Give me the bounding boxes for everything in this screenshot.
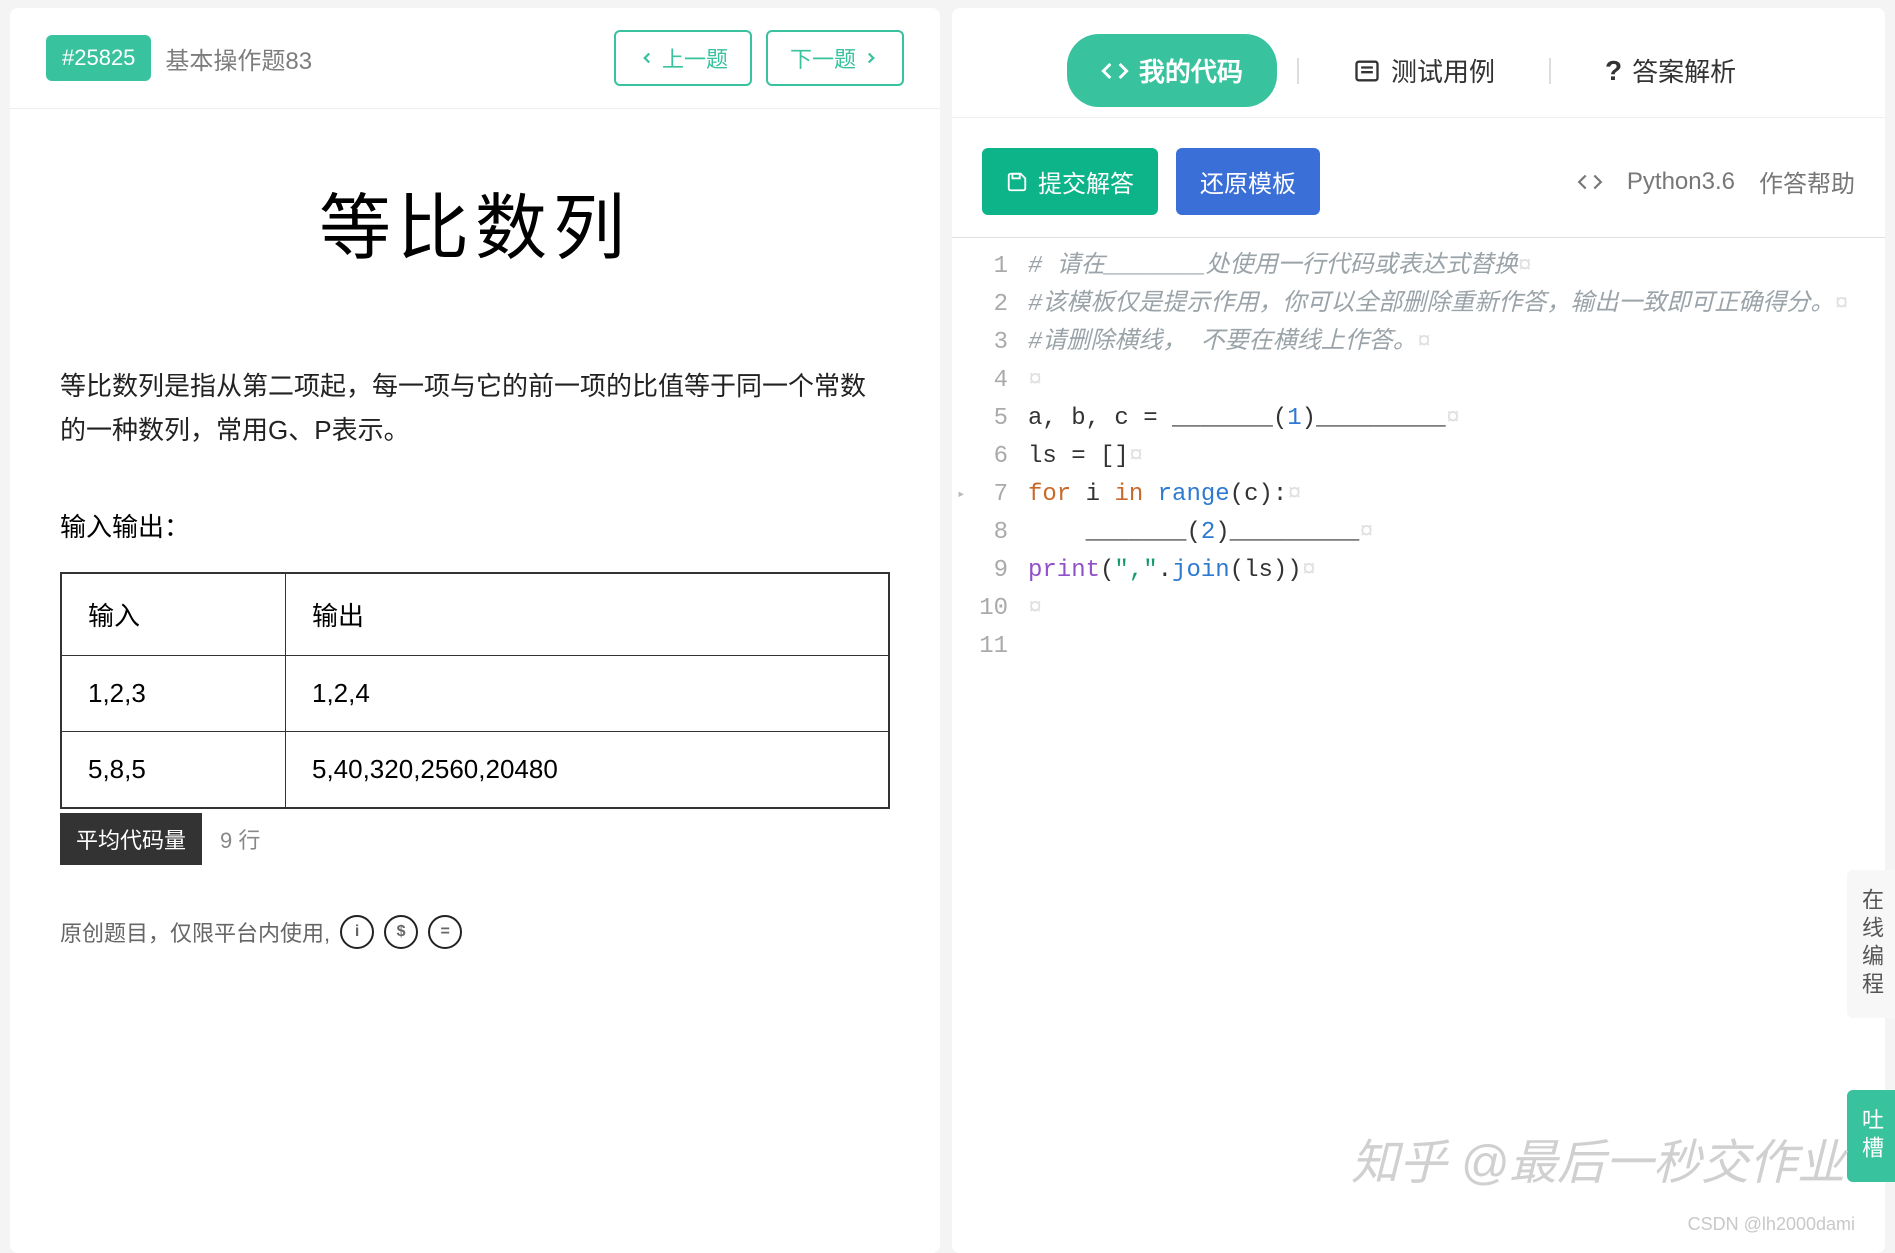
code-tabs: 我的代码 测试用例 ? 答案解析 (952, 8, 1885, 117)
avg-code-label: 平均代码量 (60, 813, 202, 865)
prev-button[interactable]: 上一题 (614, 30, 752, 86)
notice-text: 原创题目，仅限平台内使用, (60, 916, 330, 948)
tab-test-label: 测试用例 (1391, 52, 1495, 89)
side-feedback[interactable]: 吐槽 (1847, 1090, 1895, 1182)
tab-answer[interactable]: ? 答案解析 (1571, 34, 1770, 107)
problem-title: 等比数列 (60, 169, 890, 274)
cell-input: 1,2,3 (61, 656, 285, 732)
submit-label: 提交解答 (1038, 164, 1134, 199)
cell-output: 1,2,4 (285, 656, 889, 732)
credit: CSDN @lh2000dami (1688, 1214, 1855, 1235)
submit-button[interactable]: 提交解答 (982, 148, 1158, 215)
side-online-coding[interactable]: 在线编程 (1847, 870, 1895, 1018)
reset-label: 还原模板 (1200, 164, 1296, 199)
tab-test-cases[interactable]: 测试用例 (1319, 34, 1529, 107)
cc-by-icon: i (340, 915, 374, 949)
io-table: 输入 输出 1,2,31,2,45,8,55,40,320,2560,20480 (60, 572, 890, 809)
divider (1297, 58, 1299, 84)
prev-label: 上一题 (662, 42, 728, 74)
code-brackets-icon (1577, 169, 1603, 195)
divider (1549, 58, 1551, 84)
reset-button[interactable]: 还原模板 (1176, 148, 1320, 215)
code-editor[interactable]: 1234567▸891011 # 请在_______处使用一行代码或表达式替换¤… (952, 237, 1885, 1253)
io-label: 输入输出： (60, 507, 890, 544)
language-label[interactable]: Python3.6 (1627, 168, 1735, 196)
table-row: 5,8,55,40,320,2560,20480 (61, 732, 889, 809)
tab-my-code[interactable]: 我的代码 (1067, 34, 1277, 107)
save-icon (1006, 171, 1028, 193)
cc-nc-icon: $ (384, 915, 418, 949)
chevron-right-icon (862, 49, 880, 67)
next-button[interactable]: 下一题 (766, 30, 904, 86)
cc-nd-icon: = (428, 915, 462, 949)
problem-id-badge: #25825 (46, 35, 151, 81)
code-icon (1101, 57, 1129, 85)
help-link[interactable]: 作答帮助 (1759, 164, 1855, 199)
list-icon (1353, 57, 1381, 85)
next-label: 下一题 (790, 42, 856, 74)
cell-output: 5,40,320,2560,20480 (285, 732, 889, 809)
th-output: 输出 (285, 573, 889, 656)
tab-my-code-label: 我的代码 (1139, 52, 1243, 89)
problem-short-title: 基本操作题83 (165, 41, 312, 76)
avg-code-value: 9 行 (202, 823, 278, 855)
chevron-left-icon (638, 49, 656, 67)
cell-input: 5,8,5 (61, 732, 285, 809)
table-row: 1,2,31,2,4 (61, 656, 889, 732)
question-icon: ? (1605, 55, 1622, 87)
th-input: 输入 (61, 573, 285, 656)
problem-description: 等比数列是指从第二项起，每一项与它的前一项的比值等于同一个常数的一种数列，常用G… (60, 364, 890, 452)
tab-answer-label: 答案解析 (1632, 52, 1736, 89)
